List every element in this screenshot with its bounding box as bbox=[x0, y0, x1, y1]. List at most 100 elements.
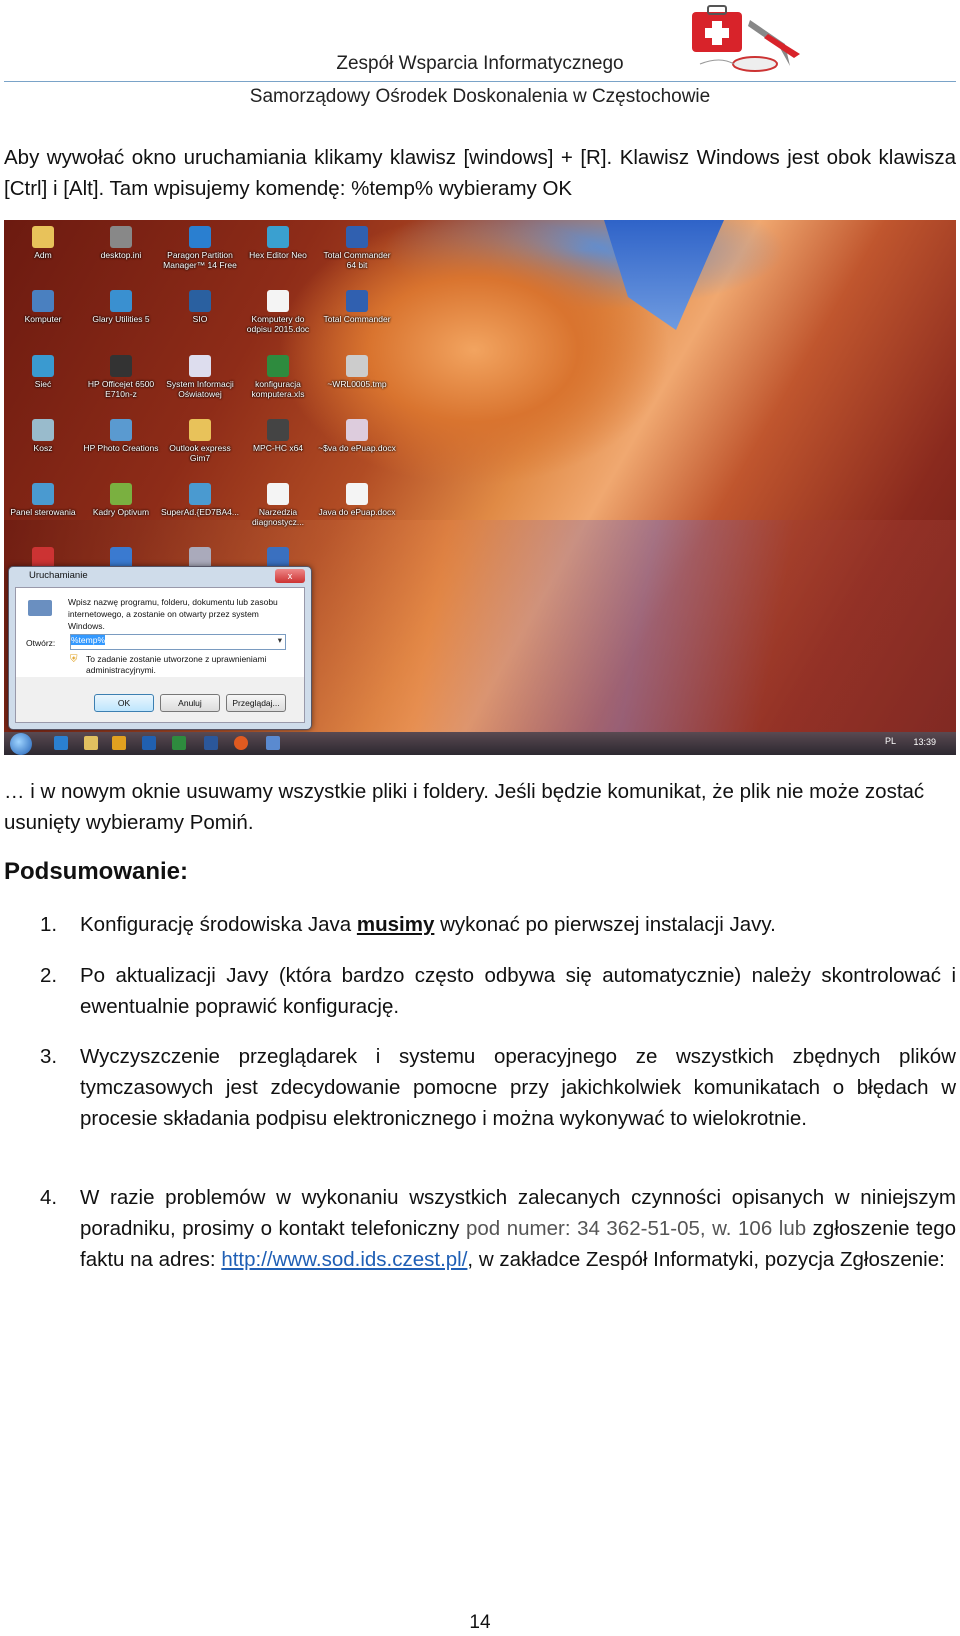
file-icon bbox=[346, 290, 368, 312]
ie-icon[interactable] bbox=[54, 736, 68, 750]
desktop-icon[interactable]: ~$va do ePuap.docx bbox=[318, 419, 396, 453]
file-icon bbox=[189, 226, 211, 248]
desktop-icon-label: Hex Editor Neo bbox=[249, 250, 307, 260]
ok-button[interactable]: OK bbox=[94, 694, 154, 712]
close-button[interactable]: x bbox=[275, 569, 305, 583]
run-dialog: Uruchamianie x Wpisz nazwę programu, fol… bbox=[8, 566, 312, 730]
outlook-icon[interactable] bbox=[142, 736, 156, 750]
summary-heading: Podsumowanie: bbox=[4, 858, 189, 885]
desktop-icon[interactable]: Java do ePuap.docx bbox=[318, 483, 396, 517]
desktop-icon[interactable]: SIO bbox=[161, 290, 239, 324]
firefox-icon[interactable] bbox=[234, 736, 248, 750]
desktop-icon[interactable]: Komputery do odpisu 2015.doc bbox=[239, 290, 317, 334]
media-player-icon[interactable] bbox=[112, 736, 126, 750]
chevron-down-icon[interactable]: ▾ bbox=[278, 635, 282, 646]
desktop-icon-label: MPC-HC x64 bbox=[252, 443, 304, 453]
desktop-icon[interactable]: Panel sterowania bbox=[4, 483, 82, 517]
run-description: Wpisz nazwę programu, folderu, dokumentu… bbox=[68, 597, 278, 631]
desktop-icon[interactable]: Adm bbox=[4, 226, 82, 260]
desktop-icon[interactable]: konfiguracja komputera.xls bbox=[239, 355, 317, 399]
file-icon bbox=[110, 483, 132, 505]
file-icon bbox=[32, 419, 54, 441]
file-icon bbox=[189, 483, 211, 505]
desktop-icon-label: Paragon Partition Manager™ 14 Free bbox=[163, 250, 237, 270]
desktop-icon-label: Komputer bbox=[24, 314, 62, 324]
desktop-icon-label: Total Commander 64 bit bbox=[323, 250, 391, 270]
desktop-icon[interactable]: Komputer bbox=[4, 290, 82, 324]
file-icon bbox=[32, 355, 54, 377]
list-item: 3. Wyczyszczenie przeglądarek i systemu … bbox=[40, 1045, 956, 1130]
file-icon bbox=[267, 483, 289, 505]
desktop-icon[interactable]: Total Commander 64 bit bbox=[318, 226, 396, 270]
file-icon bbox=[189, 355, 211, 377]
desktop-icon-label: desktop.ini bbox=[100, 250, 142, 260]
desktop-icon[interactable]: ~WRL0005.tmp bbox=[318, 355, 396, 389]
admin-note: To zadanie zostanie utworzone z uprawnie… bbox=[86, 654, 267, 675]
desktop-icon[interactable]: desktop.ini bbox=[82, 226, 160, 260]
excel-icon[interactable] bbox=[172, 736, 186, 750]
desktop-icon-label: konfiguracja komputera.xls bbox=[251, 379, 305, 399]
run-icon bbox=[28, 600, 52, 616]
desktop-icon-label: ~WRL0005.tmp bbox=[327, 379, 387, 389]
support-link[interactable]: http://www.sod.ids.czest.pl/ bbox=[221, 1248, 467, 1271]
file-icon bbox=[346, 355, 368, 377]
desktop-icon-label: Panel sterowania bbox=[10, 507, 76, 517]
file-icon bbox=[110, 226, 132, 248]
clock[interactable]: 13:39 bbox=[913, 737, 936, 747]
desktop-icon[interactable]: Kadry Optivum bbox=[82, 483, 160, 517]
desktop-screenshot: Adm desktop.ini Paragon Partition Manager™… bbox=[4, 220, 956, 755]
list-item: 4. W razie problemów w wykonaniu wszystk… bbox=[40, 1186, 956, 1271]
desktop-icon[interactable]: Hex Editor Neo bbox=[239, 226, 317, 260]
open-input[interactable]: %temp% ▾ bbox=[70, 634, 286, 650]
start-button[interactable] bbox=[10, 733, 32, 755]
desktop-icon-label: HP Officejet 6500 E710n-z bbox=[87, 379, 155, 399]
desktop-icon[interactable]: HP Photo Creations bbox=[82, 419, 160, 453]
file-icon bbox=[32, 290, 54, 312]
desktop-icon-label: ~$va do ePuap.docx bbox=[318, 443, 396, 453]
desktop-icon[interactable]: Paragon Partition Manager™ 14 Free bbox=[161, 226, 239, 270]
list-item: 2. Po aktualizacji Javy (która bardzo cz… bbox=[40, 964, 956, 1018]
file-icon bbox=[267, 419, 289, 441]
desktop-icon-label: Komputery do odpisu 2015.doc bbox=[246, 314, 310, 334]
desktop-icon-label: HP Photo Creations bbox=[83, 443, 159, 453]
sky bbox=[604, 220, 724, 330]
desktop-icon[interactable]: Kosz bbox=[4, 419, 82, 453]
file-icon bbox=[267, 290, 289, 312]
file-icon bbox=[32, 226, 54, 248]
list-item: 1. Konfigurację środowiska Java musimy w… bbox=[40, 913, 776, 936]
desktop-icon-label: Outlook express Gim7 bbox=[169, 443, 231, 463]
desktop-icon[interactable]: Narzedzia diagnostycz... bbox=[239, 483, 317, 527]
taskbar: PL 13:39 bbox=[4, 732, 956, 755]
cancel-button[interactable]: Anuluj bbox=[160, 694, 220, 712]
desktop-icon[interactable]: HP Officejet 6500 E710n-z bbox=[82, 355, 160, 399]
file-icon bbox=[346, 419, 368, 441]
browse-button[interactable]: Przeglądaj... bbox=[226, 694, 286, 712]
desktop-icon-label: System Informacji Oświatowej bbox=[166, 379, 234, 399]
desktop-icon-label: Adm bbox=[34, 250, 52, 260]
explorer-icon[interactable] bbox=[84, 736, 98, 750]
desktop-icon[interactable]: Outlook express Gim7 bbox=[161, 419, 239, 463]
file-icon bbox=[267, 355, 289, 377]
shield-icon: ⛨ bbox=[70, 654, 78, 665]
header-rule bbox=[4, 81, 956, 82]
file-icon bbox=[110, 290, 132, 312]
desktop-icon[interactable]: Glary Utilities 5 bbox=[82, 290, 160, 324]
desktop-icon[interactable]: Total Commander bbox=[318, 290, 396, 324]
file-icon bbox=[32, 483, 54, 505]
desktop-icon[interactable]: System Informacji Oświatowej bbox=[161, 355, 239, 399]
phone-number: pod numer: 34 362-51-05, w. 106 lub bbox=[465, 1217, 807, 1240]
run-dialog-title: Uruchamianie bbox=[29, 570, 88, 581]
page-number: 14 bbox=[469, 1612, 491, 1633]
run-taskbar-icon[interactable] bbox=[266, 736, 280, 750]
file-icon bbox=[346, 226, 368, 248]
desktop-icon-label: SIO bbox=[192, 314, 208, 324]
language-indicator[interactable]: PL bbox=[885, 736, 896, 746]
header-subtitle: Samorządowy Ośrodek Doskonalenia w Częst… bbox=[249, 86, 711, 107]
desktop-icon-label: Kadry Optivum bbox=[92, 507, 150, 517]
desktop-icon[interactable]: Sieć bbox=[4, 355, 82, 389]
word-icon[interactable] bbox=[204, 736, 218, 750]
desktop-icon[interactable]: SuperAd.{ED7BA4... bbox=[161, 483, 239, 517]
file-icon bbox=[346, 483, 368, 505]
file-icon bbox=[110, 419, 132, 441]
desktop-icon[interactable]: MPC-HC x64 bbox=[239, 419, 317, 453]
